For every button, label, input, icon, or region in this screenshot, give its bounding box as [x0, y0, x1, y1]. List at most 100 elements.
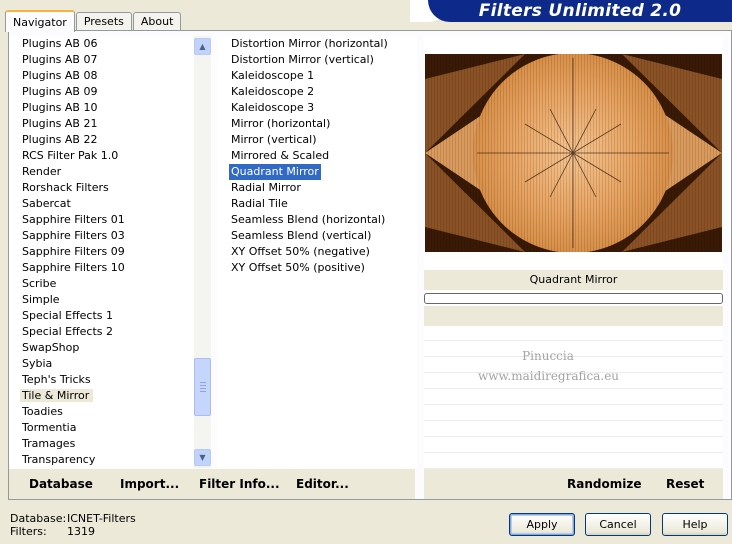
category-label: Plugins AB 06	[22, 37, 98, 50]
filter-label: Distortion Mirror (vertical)	[231, 53, 374, 66]
category-label: Transparency	[22, 453, 96, 466]
category-label: Plugins AB 22	[22, 133, 98, 146]
filter-item[interactable]: Mirror (vertical)	[217, 132, 417, 148]
database-link[interactable]: Database	[29, 477, 93, 491]
category-item[interactable]: Plugins AB 10	[10, 100, 212, 116]
category-item[interactable]: Plugins AB 09	[10, 84, 212, 100]
category-item[interactable]: Rorshack Filters	[10, 180, 212, 196]
filters-label: Filters:	[10, 525, 47, 538]
category-item[interactable]: SwapShop	[10, 340, 212, 356]
filter-item[interactable]: Mirror (horizontal)	[217, 116, 417, 132]
category-item[interactable]: Sabercat	[10, 196, 212, 212]
reset-link[interactable]: Reset	[666, 477, 704, 491]
tab-presets[interactable]: Presets	[75, 12, 132, 31]
filters-count: 1319	[67, 525, 95, 538]
category-item[interactable]: Sapphire Filters 03	[10, 228, 212, 244]
randomize-link[interactable]: Randomize	[567, 477, 641, 491]
category-scrollbar[interactable]: ▲ ▼	[194, 36, 211, 468]
help-button[interactable]: Help	[662, 513, 728, 536]
parameter-row	[424, 438, 723, 453]
category-list[interactable]: Plugins AB 06 Plugins AB 07 Plugins AB 08 P…	[10, 36, 212, 468]
category-item[interactable]: Sybia	[10, 356, 212, 372]
category-item[interactable]: Toadies	[10, 404, 212, 420]
category-label: Toadies	[22, 405, 63, 418]
cancel-button[interactable]: Cancel	[585, 513, 651, 536]
scroll-thumb[interactable]	[194, 358, 211, 416]
category-label: Plugins AB 10	[22, 101, 98, 114]
category-item[interactable]: Plugins AB 08	[10, 68, 212, 84]
bottom-link-bar: Database Import... Filter Info... Editor…	[9, 469, 415, 499]
filter-info-link[interactable]: Filter Info...	[199, 477, 280, 491]
category-item[interactable]: Plugins AB 07	[10, 52, 212, 68]
parameter-row	[424, 390, 723, 405]
filter-label: Kaleidoscope 2	[231, 85, 315, 98]
category-label: Sybia	[22, 357, 53, 370]
parameter-row	[424, 454, 723, 469]
category-item[interactable]: Sapphire Filters 10	[10, 260, 212, 276]
category-item[interactable]: Sapphire Filters 01	[10, 212, 212, 228]
tab-about[interactable]: About	[132, 12, 182, 31]
category-item[interactable]: Tile & Mirror	[10, 388, 212, 404]
filter-label: Distortion Mirror (horizontal)	[231, 37, 388, 50]
category-item[interactable]: Teph's Tricks	[10, 372, 212, 388]
category-item[interactable]: Plugins AB 21	[10, 116, 212, 132]
filter-item[interactable]: Kaleidoscope 2	[217, 84, 417, 100]
filter-label: Kaleidoscope 3	[231, 101, 315, 114]
filter-item[interactable]: Distortion Mirror (vertical)	[217, 52, 417, 68]
category-label: Sapphire Filters 09	[22, 245, 125, 258]
filter-label: Mirror (horizontal)	[231, 117, 331, 130]
parameter-row	[424, 422, 723, 437]
filter-item[interactable]: Distortion Mirror (horizontal)	[217, 36, 417, 52]
filter-item[interactable]: Seamless Blend (horizontal)	[217, 212, 417, 228]
chevron-down-icon[interactable]: ▼	[194, 449, 211, 466]
category-label: Render	[22, 165, 62, 178]
parameter-header	[424, 306, 723, 326]
filter-label: XY Offset 50% (negative)	[231, 245, 370, 258]
filter-item[interactable]: Quadrant Mirror	[217, 164, 417, 180]
preview-link-bar: Randomize Reset	[424, 469, 723, 499]
filter-label: Kaleidoscope 1	[231, 69, 315, 82]
filter-label: XY Offset 50% (positive)	[231, 261, 365, 274]
filter-item[interactable]: XY Offset 50% (negative)	[217, 244, 417, 260]
category-label: Plugins AB 07	[22, 53, 98, 66]
progress-bar	[424, 293, 723, 304]
category-label: Sapphire Filters 01	[22, 213, 125, 226]
category-label: SwapShop	[22, 341, 80, 354]
filter-item[interactable]: Mirrored & Scaled	[217, 148, 417, 164]
watermark-name: Pinuccia	[522, 349, 574, 363]
category-item[interactable]: Plugins AB 06	[10, 36, 212, 52]
filter-item[interactable]: Radial Mirror	[217, 180, 417, 196]
import-link[interactable]: Import...	[120, 477, 179, 491]
apply-button[interactable]: Apply	[509, 513, 575, 536]
category-item[interactable]: Tormentia	[10, 420, 212, 436]
category-item[interactable]: Scribe	[10, 276, 212, 292]
category-label: Teph's Tricks	[22, 373, 91, 386]
category-label: Tramages	[22, 437, 76, 450]
category-item[interactable]: Simple	[10, 292, 212, 308]
category-label: Special Effects 1	[22, 309, 114, 322]
filter-label: Quadrant Mirror	[229, 164, 321, 180]
filter-label: Seamless Blend (horizontal)	[231, 213, 386, 226]
category-item[interactable]: Special Effects 2	[10, 324, 212, 340]
tab-navigator[interactable]: Navigator	[5, 10, 75, 32]
watermark: Pinuccia www.maidiregrafica.eu	[478, 346, 619, 386]
category-label: Rorshack Filters	[22, 181, 109, 194]
category-item[interactable]: Special Effects 1	[10, 308, 212, 324]
filter-item[interactable]: Radial Tile	[217, 196, 417, 212]
filter-item[interactable]: XY Offset 50% (positive)	[217, 260, 417, 276]
editor-link[interactable]: Editor...	[296, 477, 349, 491]
category-item[interactable]: Sapphire Filters 09	[10, 244, 212, 260]
filter-item[interactable]: Kaleidoscope 3	[217, 100, 417, 116]
category-item[interactable]: Plugins AB 22	[10, 132, 212, 148]
category-item[interactable]: Render	[10, 164, 212, 180]
filter-item[interactable]: Kaleidoscope 1	[217, 68, 417, 84]
category-label: Tormentia	[22, 421, 77, 434]
app-title-banner: Filters Unlimited 2.0	[428, 0, 732, 22]
category-item[interactable]: Transparency	[10, 452, 212, 468]
filter-list[interactable]: Distortion Mirror (horizontal) Distortion…	[217, 36, 417, 468]
category-item[interactable]: RCS Filter Pak 1.0	[10, 148, 212, 164]
category-item[interactable]: Tramages	[10, 436, 212, 452]
filter-item[interactable]: Seamless Blend (vertical)	[217, 228, 417, 244]
chevron-up-icon[interactable]: ▲	[194, 38, 211, 55]
parameter-row	[424, 326, 723, 341]
